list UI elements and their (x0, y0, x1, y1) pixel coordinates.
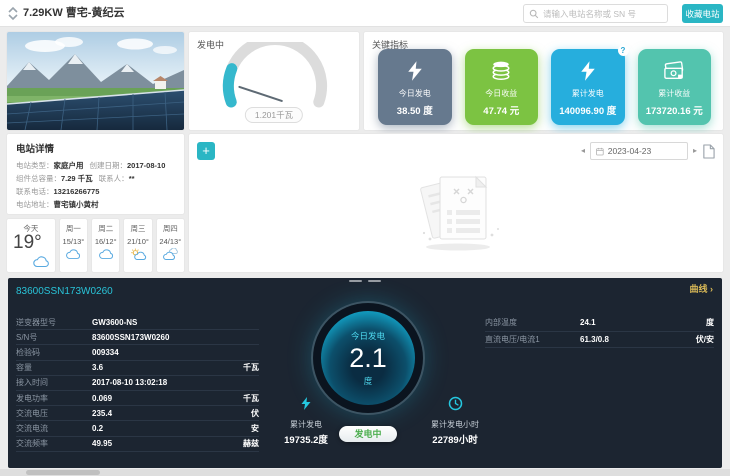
kpi-label: 累计发电 (572, 88, 604, 99)
key-indicators-card: 关键指标 今日发电 38.50 度 今日收益 47.74 元 ? (363, 31, 724, 131)
help-question-badge[interactable]: ? (618, 45, 629, 56)
stat-value: 22789小时 (400, 432, 510, 446)
solar-farm-photo (7, 32, 184, 130)
generation-chart-panel: + ◂ ▸ (188, 133, 724, 273)
cloud-icon (65, 248, 81, 260)
table-row: 接入时间2017-08-10 13:02:18 (16, 376, 259, 391)
inverter-spec-table: 逆变器型号GW3600-NS S/N号83600SSN173W0260 检验码0… (16, 315, 259, 452)
header-bar: 7.29KW 曹宅-黄纪云 收藏电站 (0, 0, 730, 27)
calendar-icon (596, 147, 604, 156)
details-row: 电站地址：曹宅镇小黄村 (16, 198, 175, 211)
weather-temp: 19° (13, 232, 42, 254)
inverter-sn-link[interactable]: 83600SSN173W0260 (16, 286, 113, 297)
weather-temp: 21/10° (127, 237, 149, 246)
favorite-station-button[interactable]: 收藏电站 (682, 4, 723, 23)
scrollbar-thumb[interactable] (26, 470, 100, 475)
weather-temp: 16/12° (95, 237, 117, 246)
kpi-cards-row: 今日发电 38.50 度 今日收益 47.74 元 ? 累计发电 140096.… (378, 49, 711, 125)
carousel-dash[interactable] (349, 280, 362, 282)
weather-day-tue: 周二 16/12° (91, 218, 120, 273)
details-row: 组件总容量：7.29 千瓦 联系人：** (16, 172, 175, 185)
generating-status-badge: 发电中 (339, 426, 397, 442)
station-details-card: 电站详情 电站类型：家庭户用 创建日期：2017-08-10 组件总容量：7.2… (6, 133, 185, 215)
gauge-value: 2.1 (349, 343, 387, 374)
table-row: 内部温度24.1度 (485, 315, 714, 332)
kpi-value: 140096.90 度 (559, 103, 616, 117)
page-title: 7.29KW 曹宅-黄纪云 (23, 0, 124, 27)
inverter-panel: 83600SSN173W0260 曲线 › 逆变器型号GW3600-NS S/N… (8, 278, 722, 468)
gauge-disc: 今日发电 2.1 度 (321, 311, 415, 405)
table-row: 交流电压235.4伏 (16, 406, 259, 421)
carousel-dashes (349, 280, 381, 282)
kpi-label: 今日收益 (485, 88, 517, 99)
kpi-total-generation: ? 累计发电 140096.90 度 (551, 49, 625, 125)
add-chart-button[interactable]: + (197, 142, 215, 160)
kpi-total-income: 累计收益 173720.16 元 (638, 49, 712, 125)
bolt-icon (300, 396, 312, 411)
weather-temp: 15/13° (63, 237, 85, 246)
sun-cloud-icon (130, 248, 147, 261)
kpi-value: 38.50 度 (397, 103, 433, 117)
weather-strip: 今天 19° 周一 15/13° 周二 16/12° 周三 21/10° 周四 … (6, 218, 185, 273)
date-input[interactable] (608, 146, 682, 156)
table-row: 直流电压/电流161.3/0.8伏/安 (485, 332, 714, 349)
kpi-value: 47.74 元 (483, 103, 519, 117)
table-row: 发电功率0.069千瓦 (16, 391, 259, 406)
carousel-dash[interactable] (368, 280, 381, 282)
kpi-today-income: 今日收益 47.74 元 (465, 49, 539, 125)
table-row: 交流电流0.2安 (16, 421, 259, 436)
bolt-icon (406, 58, 424, 84)
date-controls: ◂ ▸ (581, 142, 715, 160)
kpi-today-generation: 今日发电 38.50 度 (378, 49, 452, 125)
details-row: 联系电话：13216266775 (16, 185, 175, 198)
curve-link[interactable]: 曲线 › (690, 282, 714, 295)
gauge-title: 今日发电 (351, 330, 385, 342)
gauge-value-pill: 1.201千瓦 (245, 107, 303, 123)
weather-temp: 24/13° (159, 237, 181, 246)
weather-day-wed: 周三 21/10° (123, 218, 152, 273)
table-row: 检验码009334 (16, 345, 259, 360)
power-gauge-card: 发电中 1.201千瓦 (188, 31, 360, 131)
kpi-value: 173720.16 元 (646, 103, 703, 117)
table-row: S/N号83600SSN173W0260 (16, 330, 259, 345)
no-data-illustration (400, 169, 512, 253)
weather-day-label: 周四 (163, 223, 178, 234)
table-row: 逆变器型号GW3600-NS (16, 315, 259, 330)
weather-today: 今天 19° (6, 218, 56, 273)
weather-day-label: 周三 (131, 223, 146, 234)
table-row: 交流频率49.95赫兹 (16, 437, 259, 452)
kpi-label: 今日发电 (399, 88, 431, 99)
details-title: 电站详情 (16, 141, 175, 155)
station-photo (6, 31, 185, 131)
export-report-icon[interactable] (702, 144, 715, 159)
weather-day-label: 周一 (66, 223, 81, 234)
collapse-chevrons-icon[interactable] (7, 6, 19, 21)
clock-icon (448, 396, 463, 411)
inverter-env-table: 内部温度24.1度 直流电压/电流161.3/0.8伏/安 (485, 315, 714, 348)
kpi-label: 累计收益 (658, 88, 690, 99)
weather-day-mon: 周一 15/13° (59, 218, 88, 273)
prev-day-arrow[interactable]: ◂ (581, 142, 585, 160)
horizontal-scrollbar[interactable] (0, 469, 730, 476)
search-icon (529, 9, 539, 19)
clouds-icon (162, 248, 179, 261)
cloud-icon (32, 255, 50, 268)
coins-icon (490, 58, 512, 84)
stat-label: 累计发电小时 (400, 419, 510, 430)
search-box[interactable] (523, 4, 668, 23)
date-picker[interactable] (590, 142, 688, 160)
weather-day-thu: 周四 24/13° (156, 218, 185, 273)
weather-day-label: 周二 (98, 223, 113, 234)
banknotes-icon (662, 58, 686, 84)
gauge-unit: 度 (364, 375, 373, 387)
table-row: 容量3.6千瓦 (16, 361, 259, 376)
search-input[interactable] (543, 9, 662, 19)
total-hours-stat: 累计发电小时 22789小时 (400, 396, 510, 446)
next-day-arrow[interactable]: ▸ (693, 142, 697, 160)
bolt-icon (579, 58, 597, 84)
cloud-icon (98, 248, 114, 260)
details-row: 电站类型：家庭户用 创建日期：2017-08-10 (16, 159, 175, 172)
